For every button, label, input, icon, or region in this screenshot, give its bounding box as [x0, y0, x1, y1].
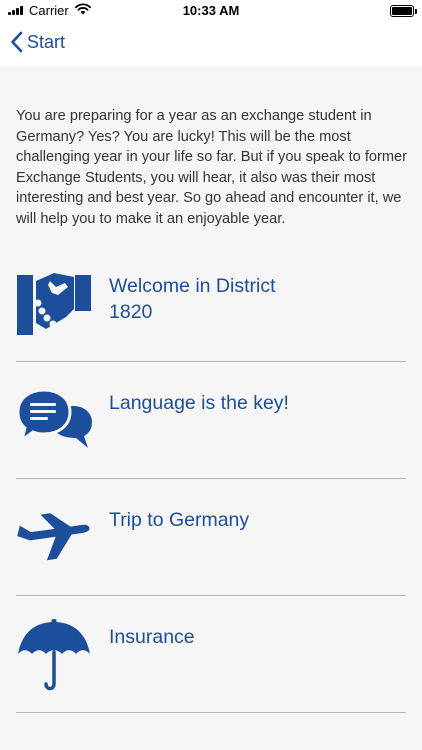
- menu-item-trip[interactable]: Trip to Germany: [16, 479, 406, 596]
- battery-icon: [390, 5, 417, 17]
- menu-item-insurance[interactable]: Insurance: [16, 596, 406, 713]
- back-button[interactable]: Start: [10, 31, 65, 53]
- back-button-label: Start: [27, 31, 66, 52]
- speech-bubbles-icon: [16, 386, 92, 462]
- menu-item-label: Welcome in District 1820: [109, 275, 276, 323]
- menu-item-label: Insurance: [109, 626, 195, 648]
- menu-item-language[interactable]: Language is the key!: [16, 362, 406, 479]
- chevron-left-icon: [11, 31, 23, 53]
- menu-item-welcome[interactable]: Welcome in District 1820: [16, 245, 406, 362]
- menu-item-label: Language is the key!: [109, 392, 289, 414]
- menu-item-label: Trip to Germany: [109, 509, 250, 531]
- intro-text: You are preparing for a year as an excha…: [16, 108, 407, 227]
- airplane-icon: [16, 509, 92, 585]
- navigation-bar: Start: [0, 22, 422, 66]
- umbrella-icon: [16, 618, 92, 694]
- status-bar: Carrier 10:33 AM: [0, 0, 422, 22]
- status-time: 10:33 AM: [182, 3, 240, 18]
- handshake-icon: [16, 269, 92, 345]
